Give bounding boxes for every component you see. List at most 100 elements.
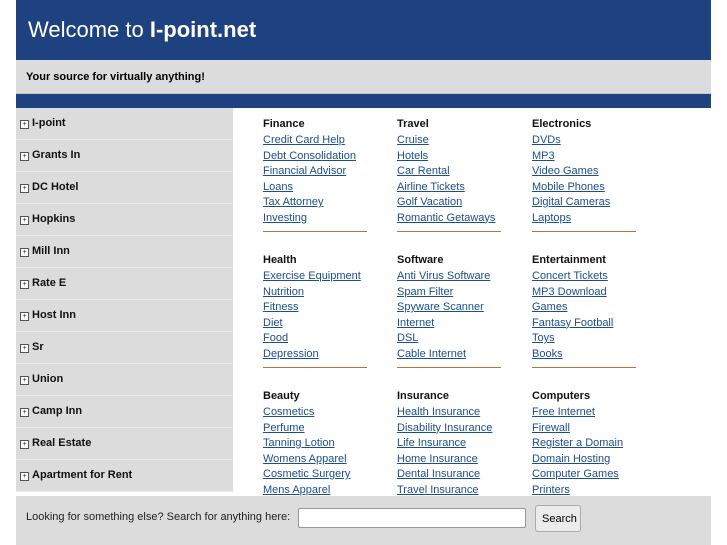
sidebar-item-label: DC Hotel [32,181,79,193]
search-input[interactable] [298,508,526,528]
category-link[interactable]: Domain Hosting [532,452,636,468]
expand-icon: + [20,408,29,417]
category-link[interactable]: Spam Filter [397,285,501,301]
category-link[interactable]: Dental Insurance [397,467,501,483]
sidebar-item[interactable]: + Camp Inn [16,396,233,428]
category-link[interactable]: Toys [532,331,636,347]
expand-icon: + [20,376,29,385]
category-link[interactable]: Cruise [397,133,501,149]
category-section: Health Exercise Equipment Nutrition Fitness… [263,253,367,368]
sidebar-item[interactable]: + Real Estate [16,428,233,460]
category-link[interactable]: Diet [263,316,367,332]
expand-icon: + [20,472,29,481]
sidebar-item-label: Apartment for Rent [32,469,133,481]
category-section: Entertainment Concert Tickets MP3 Download… [532,253,636,368]
category-link[interactable]: Home Insurance [397,452,501,468]
category-link[interactable]: Spyware Scanner [397,300,501,316]
category-link[interactable]: DSL [397,331,501,347]
sidebar-item[interactable]: + Mill Inn [16,236,233,268]
sidebar-item[interactable]: + Union [16,364,233,396]
category-link[interactable]: Computer Games [532,467,636,483]
category-link[interactable]: Financial Advisor [263,164,367,180]
category-link[interactable]: Life Insurance [397,436,501,452]
category-link[interactable]: Food [263,331,367,347]
category-link[interactable]: Health Insurance [397,405,501,421]
category-link[interactable]: Depression [263,347,367,363]
category-link[interactable]: Books [532,347,636,363]
search-label: Looking for something else? Search for a… [26,511,291,523]
category-section: Beauty Cosmetics Perfume Tanning Lotion Wome… [263,389,367,504]
sidebar-item-label: Mill Inn [32,245,70,257]
category-link[interactable]: Games [532,300,636,316]
category-link[interactable]: Womens Apparel [263,452,367,468]
sidebar-item[interactable]: + Apartment for Rent [16,460,233,492]
category-link[interactable]: Perfume [263,421,367,437]
category-link[interactable]: Concert Tickets [532,269,636,285]
category-link[interactable]: Cosmetic Surgery [263,467,367,483]
category-link[interactable]: Free Internet [532,405,636,421]
search-button[interactable]: Search [535,505,581,532]
category-section: Finance Credit Card Help Debt Consolidatio… [263,117,367,232]
section-title: Health [263,254,297,266]
section-title: Computers [532,390,591,402]
sidebar-item-label: Camp Inn [32,405,83,417]
category-link[interactable]: Car Rental [397,164,501,180]
category-link[interactable]: Video Games [532,164,636,180]
category-link[interactable]: Cosmetics [263,405,367,421]
category-section: Computers Free Internet Firewall Register a… [532,389,636,504]
sidebar-item[interactable]: + DC Hotel [16,172,233,204]
sidebar-item[interactable]: + Host Inn [16,300,233,332]
section-divider [532,231,636,232]
category-link[interactable]: Romantic Getaways [397,211,501,227]
category-link[interactable]: Register a Domain [532,436,636,452]
sidebar: + I-point + Grants In + DC Hotel + Hopkins + Mill… [16,108,233,492]
category-link[interactable]: Airline Tickets [397,180,501,196]
category-link[interactable]: Laptops [532,211,636,227]
page: Welcome to I-point.net Your source for v… [16,0,711,492]
expand-icon: + [20,312,29,321]
section-title: Beauty [263,390,300,402]
category-link[interactable]: Disability Insurance [397,421,501,437]
category-link[interactable]: Exercise Equipment [263,269,367,285]
category-link[interactable]: Firewall [532,421,636,437]
category-link[interactable]: Internet [397,316,501,332]
section-divider [263,231,367,232]
section-divider [397,367,501,368]
section-title: Travel [397,118,429,130]
category-section: Insurance Health Insurance Disability Insu… [397,389,501,504]
sidebar-item-label: Hopkins [32,213,76,225]
category-link[interactable]: Tax Attorney [263,195,367,211]
sidebar-item[interactable]: + Grants In [16,140,233,172]
section-title: Finance [263,118,305,130]
expand-icon: + [20,152,29,161]
expand-icon: + [20,120,29,129]
category-link[interactable]: Credit Card Help [263,133,367,149]
category-link[interactable]: Debt Consolidation [263,149,367,165]
category-link[interactable]: Digital Cameras [532,195,636,211]
sidebar-item-label: Real Estate [32,437,92,449]
category-link[interactable]: MP3 [532,149,636,165]
category-link[interactable]: Fitness [263,300,367,316]
sidebar-item-label: Rate E [32,277,67,289]
sidebar-item-label: I-point [32,117,66,129]
sidebar-item[interactable]: + Hopkins [16,204,233,236]
sidebar-item[interactable]: + I-point [16,108,233,140]
sidebar-item[interactable]: + Rate E [16,268,233,300]
category-section: Electronics DVDs MP3 Video Games Mobile Phon… [532,117,636,232]
category-link[interactable]: Loans [263,180,367,196]
header: Welcome to I-point.net [16,0,711,60]
category-link[interactable]: Anti Virus Software [397,269,501,285]
sidebar-item[interactable]: + Sr [16,332,233,364]
expand-icon: + [20,248,29,257]
category-link[interactable]: MP3 Download [532,285,636,301]
category-link[interactable]: Fantasy Football [532,316,636,332]
category-link[interactable]: Mobile Phones [532,180,636,196]
category-link[interactable]: Cable Internet [397,347,501,363]
sidebar-item-label: Union [32,373,64,385]
category-link[interactable]: Nutrition [263,285,367,301]
category-link[interactable]: Investing [263,211,367,227]
category-link[interactable]: DVDs [532,133,636,149]
category-link[interactable]: Hotels [397,149,501,165]
category-link[interactable]: Tanning Lotion [263,436,367,452]
category-link[interactable]: Golf Vacation [397,195,501,211]
